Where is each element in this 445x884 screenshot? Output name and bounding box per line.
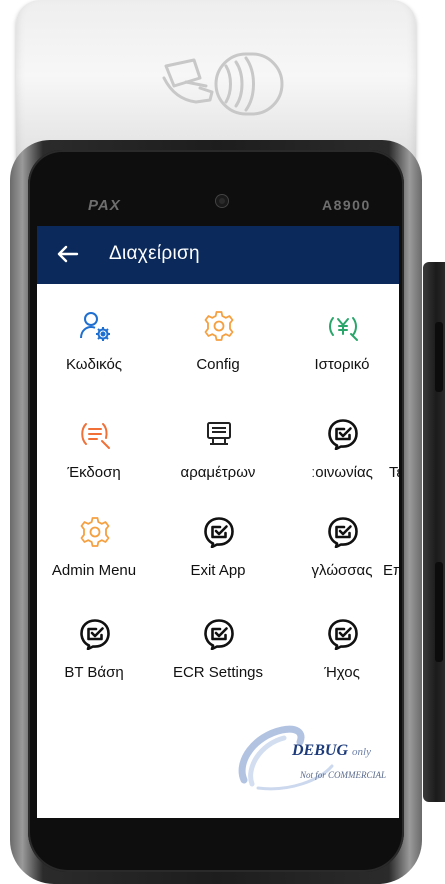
check-bubble-icon bbox=[328, 419, 358, 450]
tile-exit-app[interactable]: Exit App bbox=[159, 516, 277, 616]
tile-label: Config bbox=[196, 356, 240, 373]
tile-label: ːοινωνίας bbox=[311, 464, 373, 481]
yen-search-icon bbox=[329, 317, 358, 341]
device-side-strip bbox=[423, 262, 445, 802]
arrow-left-icon[interactable] bbox=[55, 241, 81, 267]
tile-label: Έκδοση bbox=[67, 464, 121, 481]
check-bubble-icon bbox=[80, 619, 110, 650]
tile-ecr-settings[interactable]: ECR Settings bbox=[159, 618, 277, 718]
tile-label: Ιστορικό bbox=[314, 356, 370, 373]
tile-sound[interactable]: Ήχος bbox=[283, 618, 399, 718]
user-settings-icon bbox=[80, 312, 110, 341]
tile-config[interactable]: Config bbox=[159, 310, 277, 410]
watermark-note: Not for COMMERCIAL bbox=[300, 770, 387, 780]
front-camera bbox=[216, 195, 228, 207]
printer-icon bbox=[207, 422, 231, 445]
tile-label: BT Βάση bbox=[64, 664, 124, 681]
gear-icon bbox=[80, 517, 110, 547]
side-key-button[interactable] bbox=[435, 562, 443, 662]
list-search-icon bbox=[81, 423, 110, 449]
tile-bt-base[interactable]: BT Βάση bbox=[37, 618, 153, 718]
volume-button[interactable] bbox=[435, 322, 443, 392]
watermark-only: only bbox=[352, 746, 371, 758]
watermark-text: DEBUG only bbox=[292, 742, 371, 760]
tile-partial-1[interactable]: Τε bbox=[387, 418, 399, 518]
screen-bottom-edge bbox=[45, 818, 397, 823]
tile-label: ECR Settings bbox=[172, 664, 264, 681]
check-bubble-icon bbox=[328, 619, 358, 650]
tile-parameters[interactable]: αραμέτρων bbox=[159, 418, 277, 518]
tile-label: Ήχος bbox=[324, 664, 360, 681]
tile-label: Κωδικός bbox=[65, 356, 123, 373]
watermark-debug: DEBUG bbox=[292, 742, 349, 759]
tile-label: Επ bbox=[383, 562, 399, 579]
gear-icon bbox=[204, 311, 234, 341]
check-bubble-icon bbox=[204, 517, 234, 548]
tile-label: Admin Menu bbox=[51, 562, 137, 579]
tile-label: αραμέτρων bbox=[180, 464, 256, 481]
tile-admin-menu[interactable]: Admin Menu bbox=[37, 516, 153, 616]
app-bar: Διαχείριση bbox=[37, 226, 399, 284]
tile-label: Exit App bbox=[190, 562, 246, 579]
page-title: Διαχείριση bbox=[109, 243, 200, 264]
tile-version[interactable]: Έκδοση bbox=[37, 418, 153, 518]
tile-password[interactable]: Κωδικός bbox=[37, 310, 153, 410]
model-label: A8900 bbox=[322, 197, 371, 213]
check-bubble-icon bbox=[204, 619, 234, 650]
tile-communication[interactable]: ːοινωνίας bbox=[283, 418, 399, 518]
check-bubble-icon bbox=[328, 517, 358, 548]
tile-partial-2[interactable]: Επ bbox=[381, 516, 399, 616]
tile-label: Τε bbox=[389, 464, 399, 481]
brand-logo: PAX bbox=[88, 197, 121, 214]
tile-history[interactable]: Ιστορικό bbox=[283, 310, 399, 410]
contactless-icon bbox=[162, 52, 284, 116]
